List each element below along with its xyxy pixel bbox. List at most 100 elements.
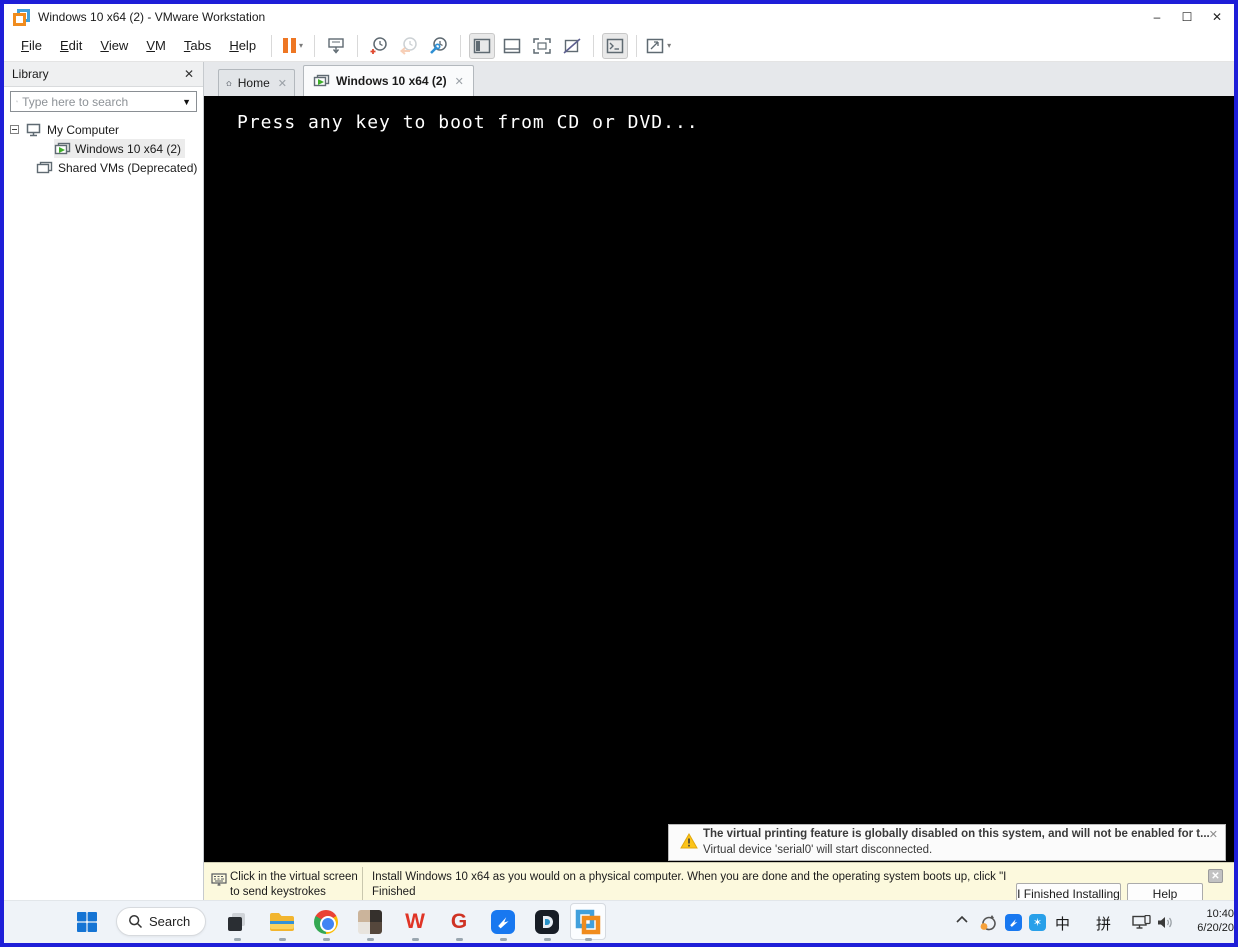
menu-help[interactable]: Help [220, 34, 265, 57]
running-indicator [412, 938, 419, 941]
menu-file[interactable]: File [12, 34, 51, 57]
red-g-app-icon[interactable]: G [446, 909, 472, 935]
blue-bird-tray-icon[interactable] [1005, 914, 1022, 931]
taskbar-clock[interactable]: 10:40 6/20/20 [1158, 907, 1234, 935]
show-library-icon [473, 38, 491, 54]
vmware-titlebar: Windows 10 x64 (2) - VMware Workstation … [4, 4, 1234, 30]
show-library-button[interactable] [469, 33, 495, 59]
notification-toast: The virtual printing feature is globally… [668, 824, 1226, 861]
enter-unity-button[interactable] [559, 33, 585, 59]
tree-item-my-computer[interactable]: My Computer [4, 120, 203, 139]
running-indicator [544, 938, 551, 941]
windows-logo-icon [76, 911, 98, 933]
notification-close-icon[interactable]: ✕ [1209, 828, 1218, 841]
sync-app-icon[interactable] [979, 913, 997, 935]
clock-date: 6/20/20 [1158, 921, 1234, 935]
running-indicator [279, 938, 286, 941]
vmware-logo-icon [575, 909, 601, 935]
snapshot-manager-button[interactable] [426, 33, 452, 59]
i-finished-installing-button[interactable]: I Finished Installing [1016, 883, 1121, 900]
clock-time: 10:40 [1158, 907, 1234, 921]
install-hint-text: Install Windows 10 x64 as you would on a… [372, 870, 1020, 900]
vmware-taskbar-icon[interactable] [575, 909, 601, 935]
hint-bar-close-icon[interactable]: ✕ [1208, 869, 1223, 883]
toolbar-separator [314, 35, 315, 57]
running-indicator [234, 938, 241, 941]
revert-snapshot-icon [399, 36, 419, 56]
menu-tabs[interactable]: Tabs [175, 34, 220, 57]
collapse-icon[interactable] [10, 125, 19, 134]
wps-office-icon[interactable]: W [402, 909, 428, 935]
library-search[interactable]: ▼ [10, 91, 197, 112]
tree-item-label: Windows 10 x64 (2) [75, 142, 181, 156]
search-input[interactable] [22, 95, 177, 109]
enter-full-screen-button[interactable] [529, 33, 555, 59]
hidden-icons-chevron[interactable] [955, 913, 969, 931]
file-explorer-icon[interactable] [269, 909, 295, 935]
ime-pinyin-indicator[interactable]: 拼 [1096, 913, 1111, 934]
running-indicator [585, 938, 592, 941]
running-indicator [323, 938, 330, 941]
running-indicator [500, 938, 507, 941]
library-tree: My Computer Windows 10 x64 (2) Shar [4, 120, 203, 177]
stacked-windows-app-icon[interactable] [224, 909, 250, 935]
vm-running-icon [313, 74, 330, 88]
close-button[interactable]: ✕ [1202, 4, 1232, 30]
tab-label: Home [238, 76, 270, 90]
chevron-down-icon[interactable]: ▾ [299, 41, 303, 50]
windows-taskbar: Search W G [4, 900, 1234, 943]
chevron-down-icon[interactable]: ▾ [667, 41, 671, 50]
minimize-button[interactable]: – [1142, 4, 1172, 30]
unity-mode-icon [563, 38, 581, 54]
cast-display-icon[interactable] [1132, 915, 1151, 934]
dark-media-app-icon[interactable] [534, 909, 560, 935]
running-indicator [367, 938, 374, 941]
menu-view[interactable]: View [91, 34, 137, 57]
tab-windows10-vm[interactable]: Windows 10 x64 (2) ✕ [303, 65, 474, 96]
tab-close-icon[interactable]: ✕ [455, 75, 464, 88]
menu-edit[interactable]: Edit [51, 34, 91, 57]
keystroke-hint: Click in the virtual screen to send keys… [230, 870, 365, 900]
take-snapshot-icon [369, 36, 389, 56]
tab-close-icon[interactable]: ✕ [278, 77, 287, 90]
ime-language-indicator[interactable]: 中 [1055, 913, 1070, 934]
photos-collage-app-icon[interactable] [357, 909, 383, 935]
blue-bird-app-icon[interactable] [490, 909, 516, 935]
help-button[interactable]: Help [1127, 883, 1203, 900]
shared-vms-icon [36, 161, 53, 175]
tab-home[interactable]: Home ✕ [218, 69, 295, 96]
show-thumbnail-bar-icon [503, 38, 521, 54]
tree-item-windows10-vm[interactable]: Windows 10 x64 (2) [4, 139, 203, 158]
library-title: Library [12, 67, 184, 81]
console-icon [606, 38, 624, 54]
tree-item-shared-vms[interactable]: Shared VMs (Deprecated) [4, 158, 203, 177]
tree-item-label: Shared VMs (Deprecated) [58, 161, 197, 175]
show-console-view-button[interactable] [602, 33, 628, 59]
divider [362, 867, 363, 900]
send-ctrl-alt-del-button[interactable] [323, 33, 349, 59]
library-header: Library ✕ [4, 62, 203, 87]
taskbar-search[interactable]: Search [116, 907, 206, 936]
maximize-button[interactable]: ☐ [1172, 4, 1202, 30]
search-dropdown-icon[interactable]: ▼ [182, 97, 191, 107]
notification-title: The virtual printing feature is globally… [703, 828, 1210, 840]
library-close-icon[interactable]: ✕ [184, 67, 194, 81]
boot-message: Press any key to boot from CD or DVD... [237, 112, 699, 133]
vm-tab-strip: Home ✕ Windows 10 x64 (2) ✕ [204, 62, 1234, 96]
tab-label: Windows 10 x64 (2) [336, 74, 447, 88]
home-icon [226, 77, 232, 90]
start-button[interactable] [74, 909, 100, 935]
vm-console-screen[interactable]: Press any key to boot from CD or DVD... [204, 96, 1234, 862]
show-thumbnail-bar-button[interactable] [499, 33, 525, 59]
blue-star-tray-icon[interactable]: ✶ [1029, 914, 1046, 931]
chrome-icon[interactable] [313, 909, 339, 935]
system-tray: ✶ 中 拼 10:40 6/20/20 [949, 901, 1234, 943]
revert-snapshot-button[interactable] [396, 33, 422, 59]
take-snapshot-button[interactable] [366, 33, 392, 59]
running-indicator [456, 938, 463, 941]
library-panel: Library ✕ ▼ My Computer [4, 62, 204, 900]
fit-guest-button[interactable]: ▾ [645, 33, 672, 59]
pause-vm-button[interactable]: ▾ [280, 33, 306, 59]
menu-vm[interactable]: VM [137, 34, 175, 57]
search-icon [128, 914, 143, 929]
